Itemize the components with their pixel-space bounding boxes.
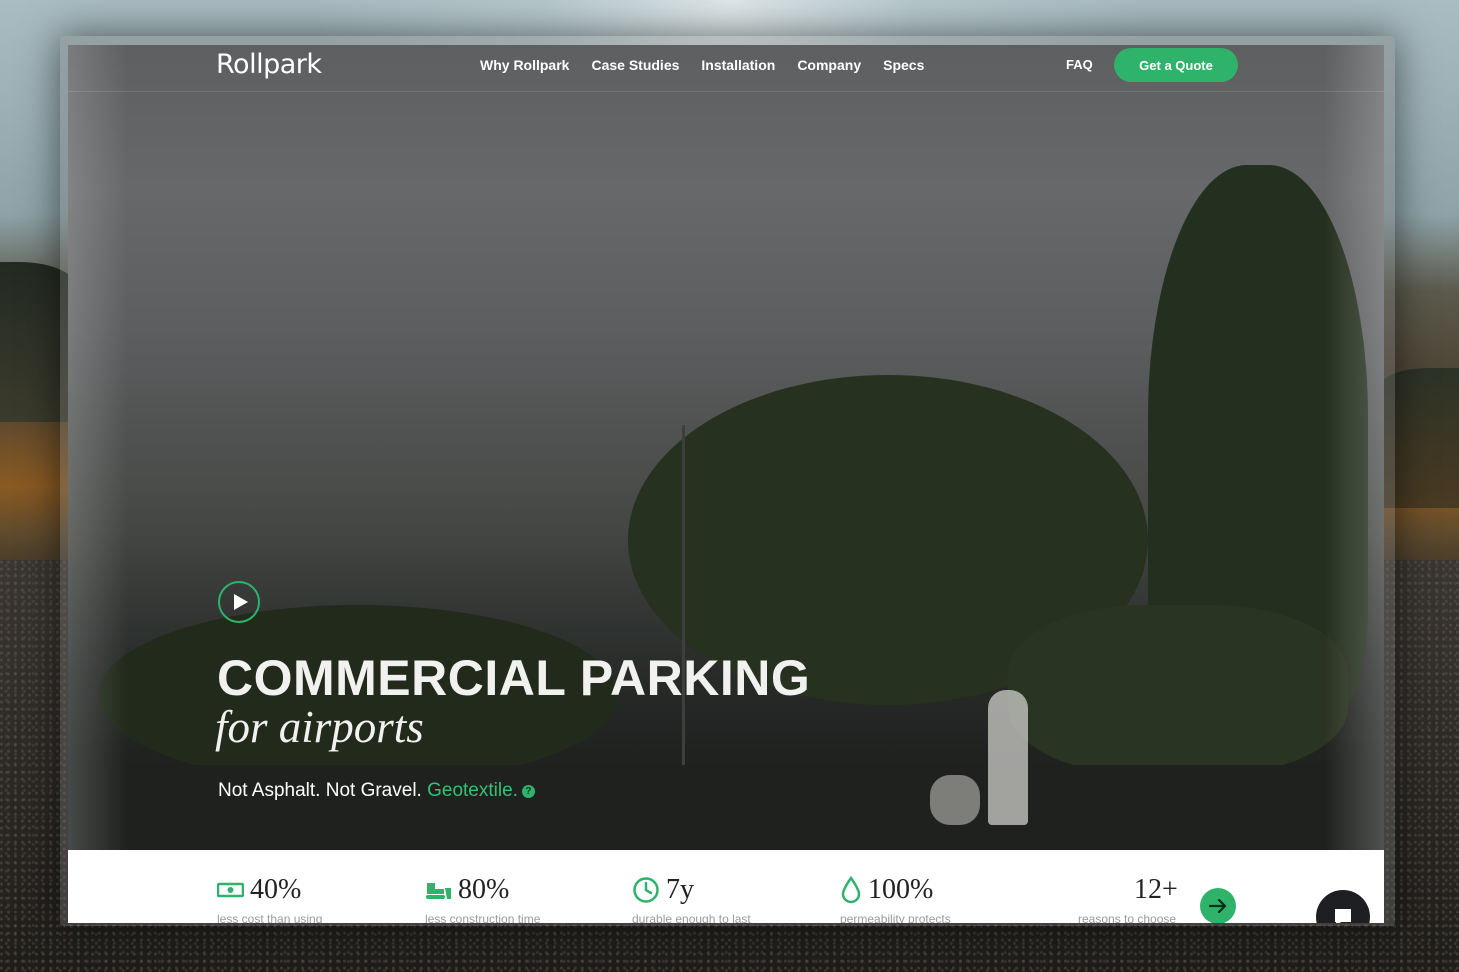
hero-photo-worker	[988, 690, 1028, 825]
frame-glare	[1324, 45, 1384, 850]
stat-construction-time: 80% less construction time	[425, 874, 540, 923]
chat-widget-button[interactable]	[1316, 890, 1370, 923]
clock-icon	[633, 877, 659, 903]
hero-photo-bushes	[1008, 605, 1348, 775]
geotextile-highlight: Geotextile.	[427, 780, 518, 801]
bulldozer-icon	[426, 883, 451, 899]
stat-description: durable enough to last	[632, 912, 751, 923]
stat-value: 100%	[868, 874, 934, 905]
stats-next-button[interactable]	[1200, 888, 1236, 923]
hero-photo-ground	[68, 765, 1384, 850]
hero-tagline: Not Asphalt. Not Gravel. Geotextile.?	[218, 780, 535, 802]
arrow-right-icon	[1209, 899, 1227, 913]
website-viewport: Rollpark Why Rollpark Case Studies Insta…	[68, 45, 1384, 923]
hero-photo-worker	[930, 775, 980, 825]
get-quote-button[interactable]: Get a Quote	[1114, 48, 1238, 82]
nav-link-installation[interactable]: Installation	[701, 57, 775, 73]
play-video-button[interactable]	[218, 581, 260, 623]
stat-value: 12+	[1134, 874, 1178, 905]
stats-bar: 40% less cost than using 80% less constr…	[68, 850, 1384, 923]
stat-description: reasons to choose	[1078, 912, 1177, 923]
stat-durability: 7y durable enough to last	[632, 874, 751, 923]
stat-description: permeability protects	[840, 912, 951, 923]
nav-link-faq[interactable]: FAQ	[1066, 57, 1093, 72]
chat-bubble-icon	[1335, 909, 1351, 923]
hero-subheadline: for airports	[215, 702, 424, 752]
stat-permeability: 100% permeability protects	[840, 874, 951, 923]
stat-description: less cost than using	[217, 912, 323, 923]
stat-value: 40%	[250, 874, 302, 905]
play-icon	[233, 594, 248, 610]
stat-reasons: 12+ reasons to choose	[1078, 874, 1178, 923]
nav-link-case-studies[interactable]: Case Studies	[591, 57, 679, 73]
top-navigation: Rollpark Why Rollpark Case Studies Insta…	[68, 45, 1384, 92]
nav-links: Why Rollpark Case Studies Installation C…	[480, 57, 924, 73]
hero-photo-pole	[682, 425, 685, 765]
hero-headline: COMMERCIAL PARKING	[217, 650, 811, 706]
stat-value: 80%	[458, 874, 510, 905]
nav-link-specs[interactable]: Specs	[883, 57, 924, 73]
frame-glare	[68, 45, 128, 850]
rollpark-logo[interactable]: Rollpark	[216, 49, 322, 80]
stat-value: 7y	[666, 874, 694, 905]
stat-cost: 40% less cost than using	[217, 874, 322, 923]
tagline-text: Not Asphalt. Not Gravel.	[218, 780, 428, 801]
stat-description: less construction time	[425, 912, 541, 923]
cash-icon	[217, 882, 244, 898]
info-icon[interactable]: ?	[521, 785, 535, 798]
nav-link-company[interactable]: Company	[797, 57, 861, 73]
hero-section: Rollpark Why Rollpark Case Studies Insta…	[68, 45, 1384, 850]
droplet-icon	[841, 876, 861, 904]
nav-link-why-rollpark[interactable]: Why Rollpark	[480, 57, 569, 73]
